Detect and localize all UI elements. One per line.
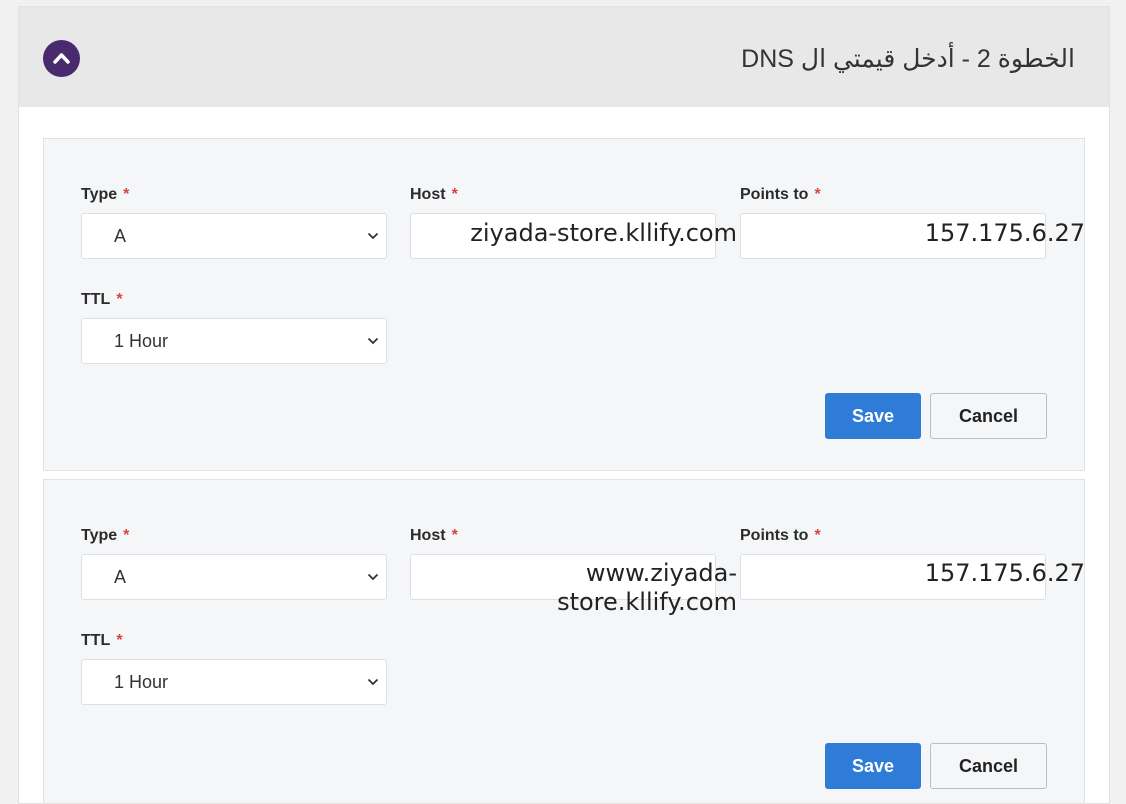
chevron-down-icon: [367, 678, 379, 686]
type-select[interactable]: A: [81, 213, 387, 259]
points-to-value: 157.175.6.27: [924, 219, 1085, 247]
type-label: Type *: [81, 186, 130, 203]
type-label: Type *: [81, 527, 130, 544]
dns-step-panel: الخطوة 2 - أدخل قيمتي ال DNS Type * Host *…: [18, 6, 1110, 804]
ttl-label: TTL *: [81, 632, 123, 649]
host-value-line-2: store.kllify.com: [557, 588, 737, 616]
points-to-label: Points to *: [740, 527, 821, 544]
dns-record-card: Type * Host * Points to * A TTL * 1 Hour Sav…: [43, 138, 1085, 471]
chevron-down-icon: [367, 573, 379, 581]
type-select-value: A: [114, 567, 127, 587]
panel-header: الخطوة 2 - أدخل قيمتي ال DNS: [19, 7, 1109, 107]
type-select-value: A: [114, 226, 127, 246]
chevron-down-icon: [367, 337, 379, 345]
points-to-value: 157.175.6.27: [924, 559, 1085, 587]
save-button[interactable]: Save: [825, 393, 921, 439]
save-button[interactable]: Save: [825, 743, 921, 789]
ttl-select-value: 1 Hour: [114, 331, 169, 351]
cancel-button[interactable]: Cancel: [930, 393, 1047, 439]
host-value: ziyada-store.kllify.com: [470, 219, 737, 247]
ttl-select[interactable]: 1 Hour: [81, 659, 387, 705]
host-label: Host *: [410, 527, 458, 544]
dns-record-card: Type * Host * Points to * A TTL * 1 Hour Sav…: [43, 479, 1085, 803]
panel-title: الخطوة 2 - أدخل قيمتي ال DNS: [741, 45, 1075, 73]
points-to-label: Points to *: [740, 186, 821, 203]
host-label: Host *: [410, 186, 458, 203]
host-value-line-1: www.ziyada-: [585, 559, 737, 587]
chevron-up-icon: [53, 53, 70, 64]
ttl-select-value: 1 Hour: [114, 672, 169, 692]
ttl-label: TTL *: [81, 291, 123, 308]
chevron-down-icon: [367, 232, 379, 240]
collapse-button[interactable]: [43, 40, 80, 77]
ttl-select[interactable]: 1 Hour: [81, 318, 387, 364]
cancel-button[interactable]: Cancel: [930, 743, 1047, 789]
type-select[interactable]: A: [81, 554, 387, 600]
